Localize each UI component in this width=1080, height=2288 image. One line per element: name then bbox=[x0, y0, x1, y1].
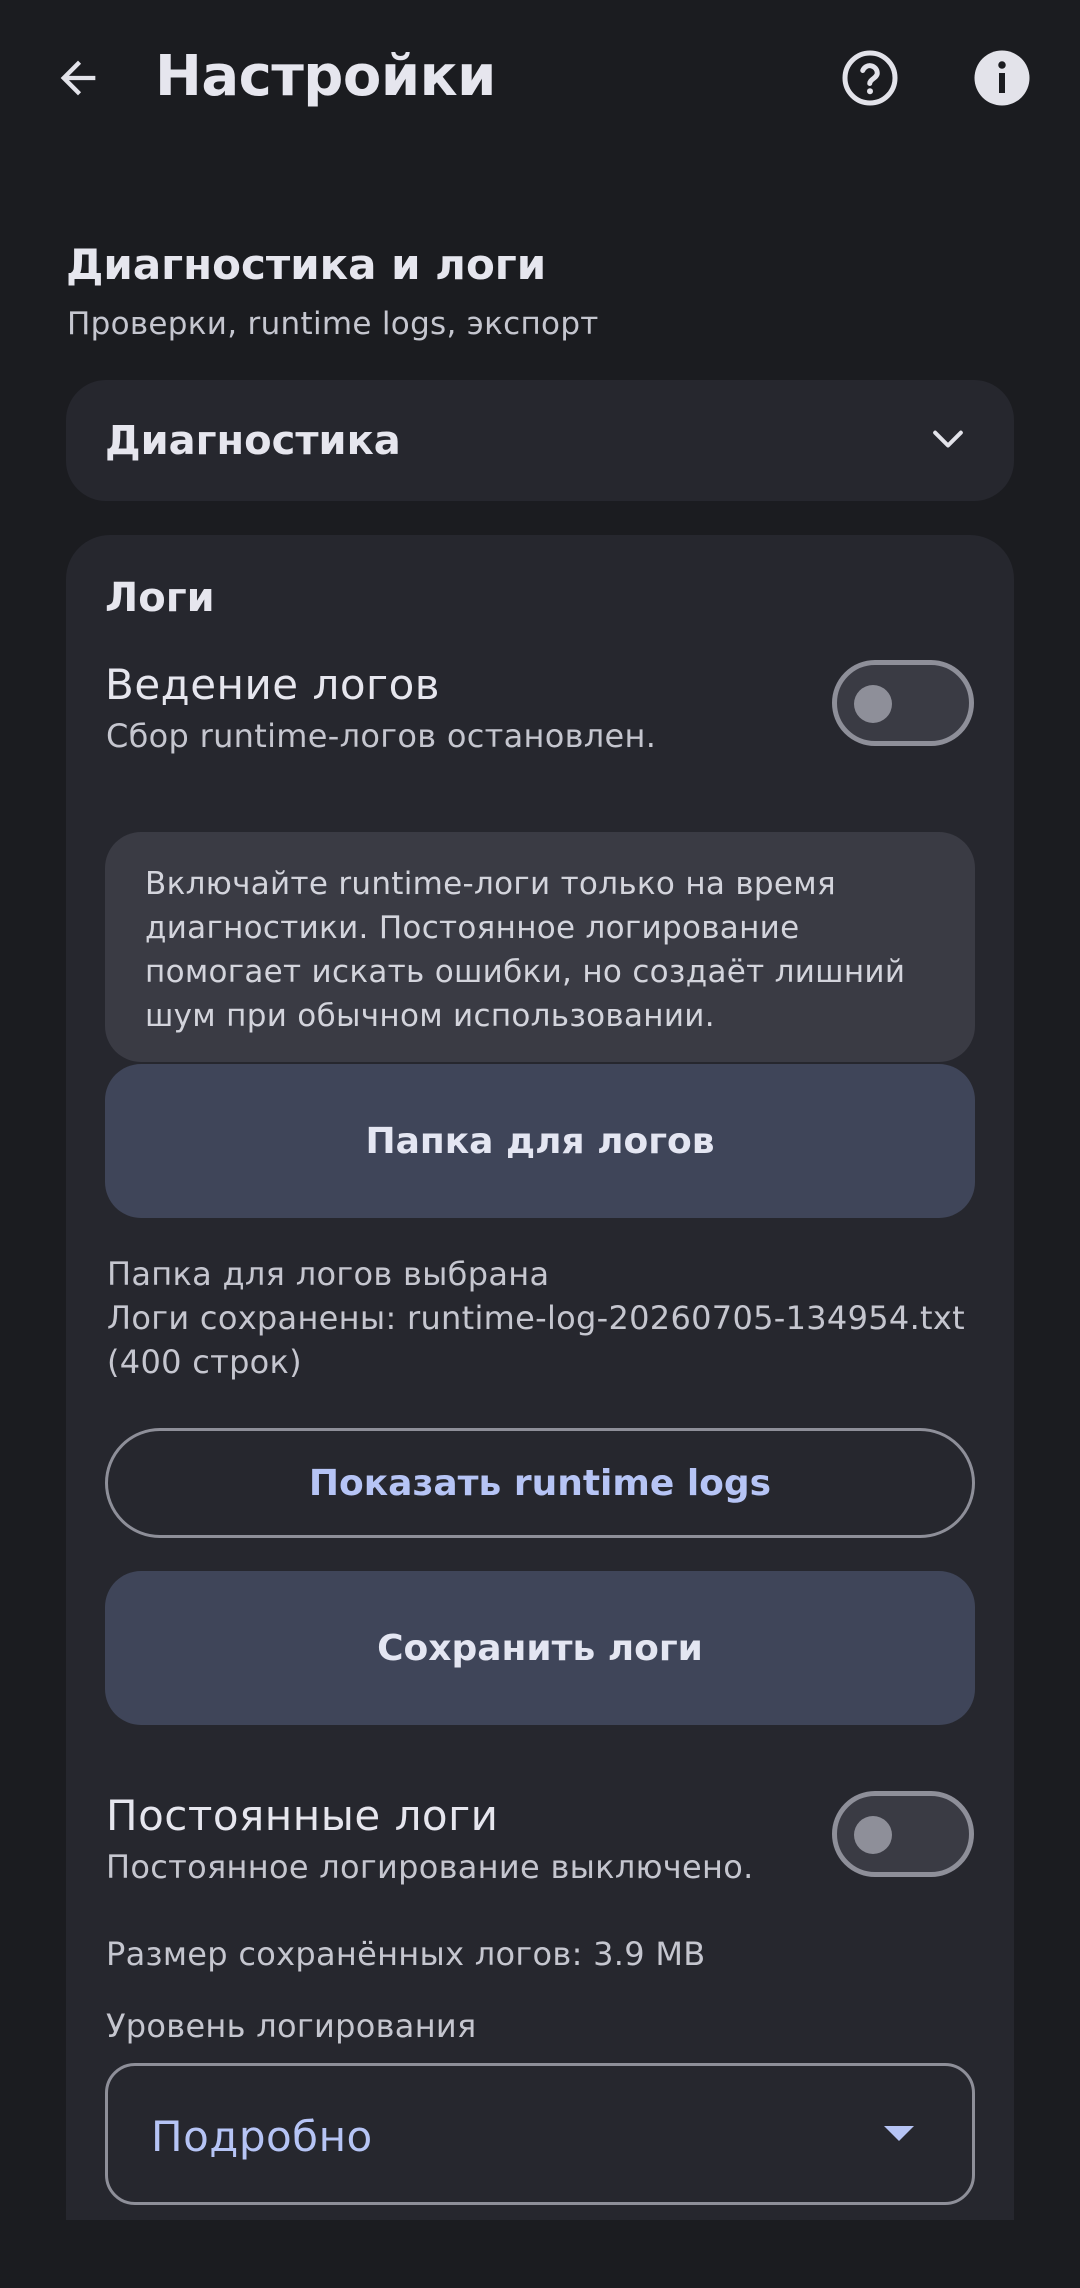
diagnostics-card[interactable]: Диагностика bbox=[66, 380, 1014, 501]
logs-card: Логи Ведение логов Сбор runtime-логов ос… bbox=[66, 535, 1014, 2220]
logging-status: Сбор runtime-логов остановлен. bbox=[106, 717, 657, 755]
top-app-bar: Настройки bbox=[0, 0, 1080, 160]
page-title: Настройки bbox=[155, 44, 496, 109]
logs-title: Логи bbox=[105, 575, 215, 621]
section-title: Диагностика и логи bbox=[66, 240, 547, 289]
diagnostics-title: Диагностика bbox=[105, 418, 401, 464]
persistent-logs-title: Постоянные логи bbox=[106, 1791, 499, 1840]
persistent-logs-toggle[interactable] bbox=[832, 1791, 974, 1877]
help-button[interactable] bbox=[832, 40, 908, 116]
show-runtime-logs-button[interactable]: Показать runtime logs bbox=[105, 1428, 975, 1538]
log-level-label: Уровень логирования bbox=[106, 2007, 477, 2045]
persistent-logs-status: Постоянное логирование выключено. bbox=[106, 1848, 754, 1886]
dropdown-arrow-icon bbox=[884, 2126, 914, 2141]
log-folder-button[interactable]: Папка для логов bbox=[105, 1064, 975, 1218]
save-logs-button[interactable]: Сохранить логи bbox=[105, 1571, 975, 1725]
toggle-thumb bbox=[854, 685, 892, 723]
info-button[interactable] bbox=[964, 40, 1040, 116]
section-subtitle: Проверки, runtime logs, экспорт bbox=[67, 306, 599, 342]
info-note: Включайте runtime-логи только на время д… bbox=[105, 832, 975, 1062]
log-level-value: Подробно bbox=[151, 2112, 373, 2161]
toggle-thumb bbox=[854, 1816, 892, 1854]
logging-title: Ведение логов bbox=[105, 660, 441, 709]
chevron-down-icon bbox=[933, 430, 963, 448]
info-icon bbox=[974, 50, 1030, 106]
back-button[interactable] bbox=[40, 40, 116, 116]
saved-status: Логи сохранены: runtime-log-20260705-134… bbox=[107, 1299, 965, 1381]
saved-logs-size: Размер сохранённых логов: 3.9 MB bbox=[106, 1935, 706, 1973]
log-status-text: Папка для логов выбрана Логи сохранены: … bbox=[107, 1252, 987, 1384]
help-circle-icon bbox=[842, 50, 898, 106]
arrow-back-icon bbox=[60, 60, 96, 96]
log-level-dropdown[interactable]: Подробно bbox=[105, 2063, 975, 2205]
logging-toggle[interactable] bbox=[832, 660, 974, 746]
folder-status: Папка для логов выбрана bbox=[107, 1255, 550, 1293]
